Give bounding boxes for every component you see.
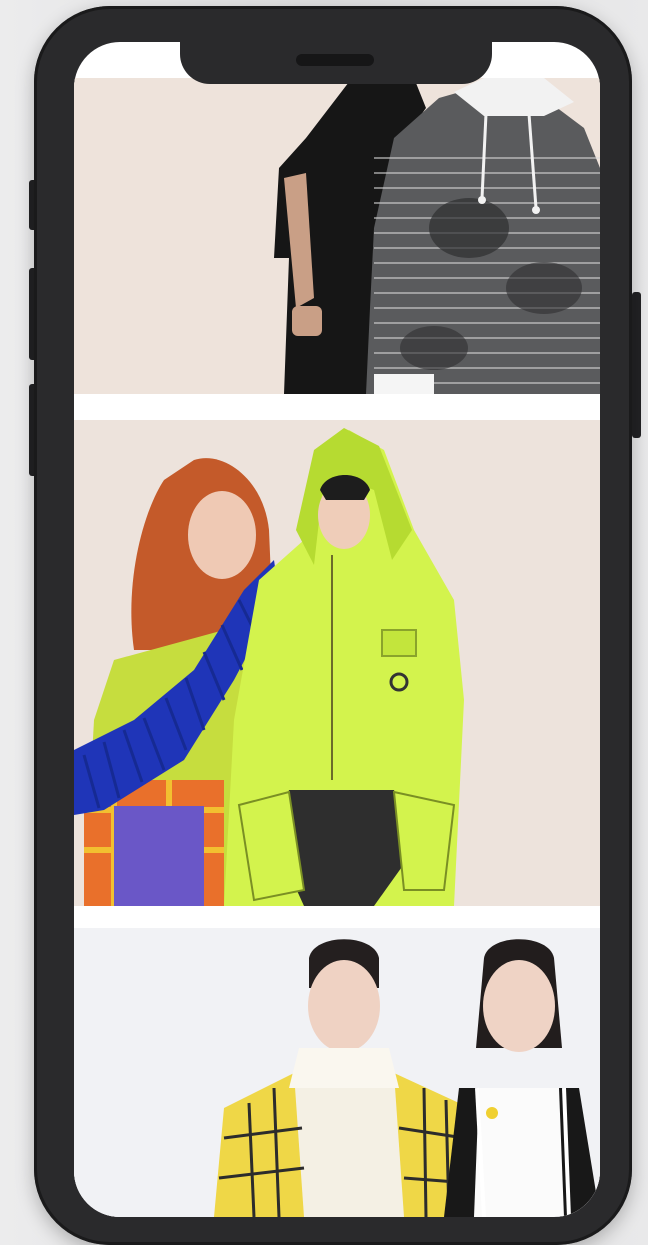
fashion-photo-shirt-dress-and-tie-dye-hoodie <box>74 78 600 394</box>
gallery-photo-2[interactable] <box>74 420 600 906</box>
gallery-photo-3[interactable] <box>74 928 600 1217</box>
phone-screen <box>74 42 600 1217</box>
power-button <box>632 292 641 438</box>
earpiece-speaker <box>296 54 374 66</box>
gallery-photo-1[interactable] <box>74 78 600 394</box>
fashion-photo-plaid-jacket-and-white-tops <box>74 928 600 1217</box>
fashion-photo-knit-scarf-and-neon-hooded-jacket <box>74 420 600 906</box>
